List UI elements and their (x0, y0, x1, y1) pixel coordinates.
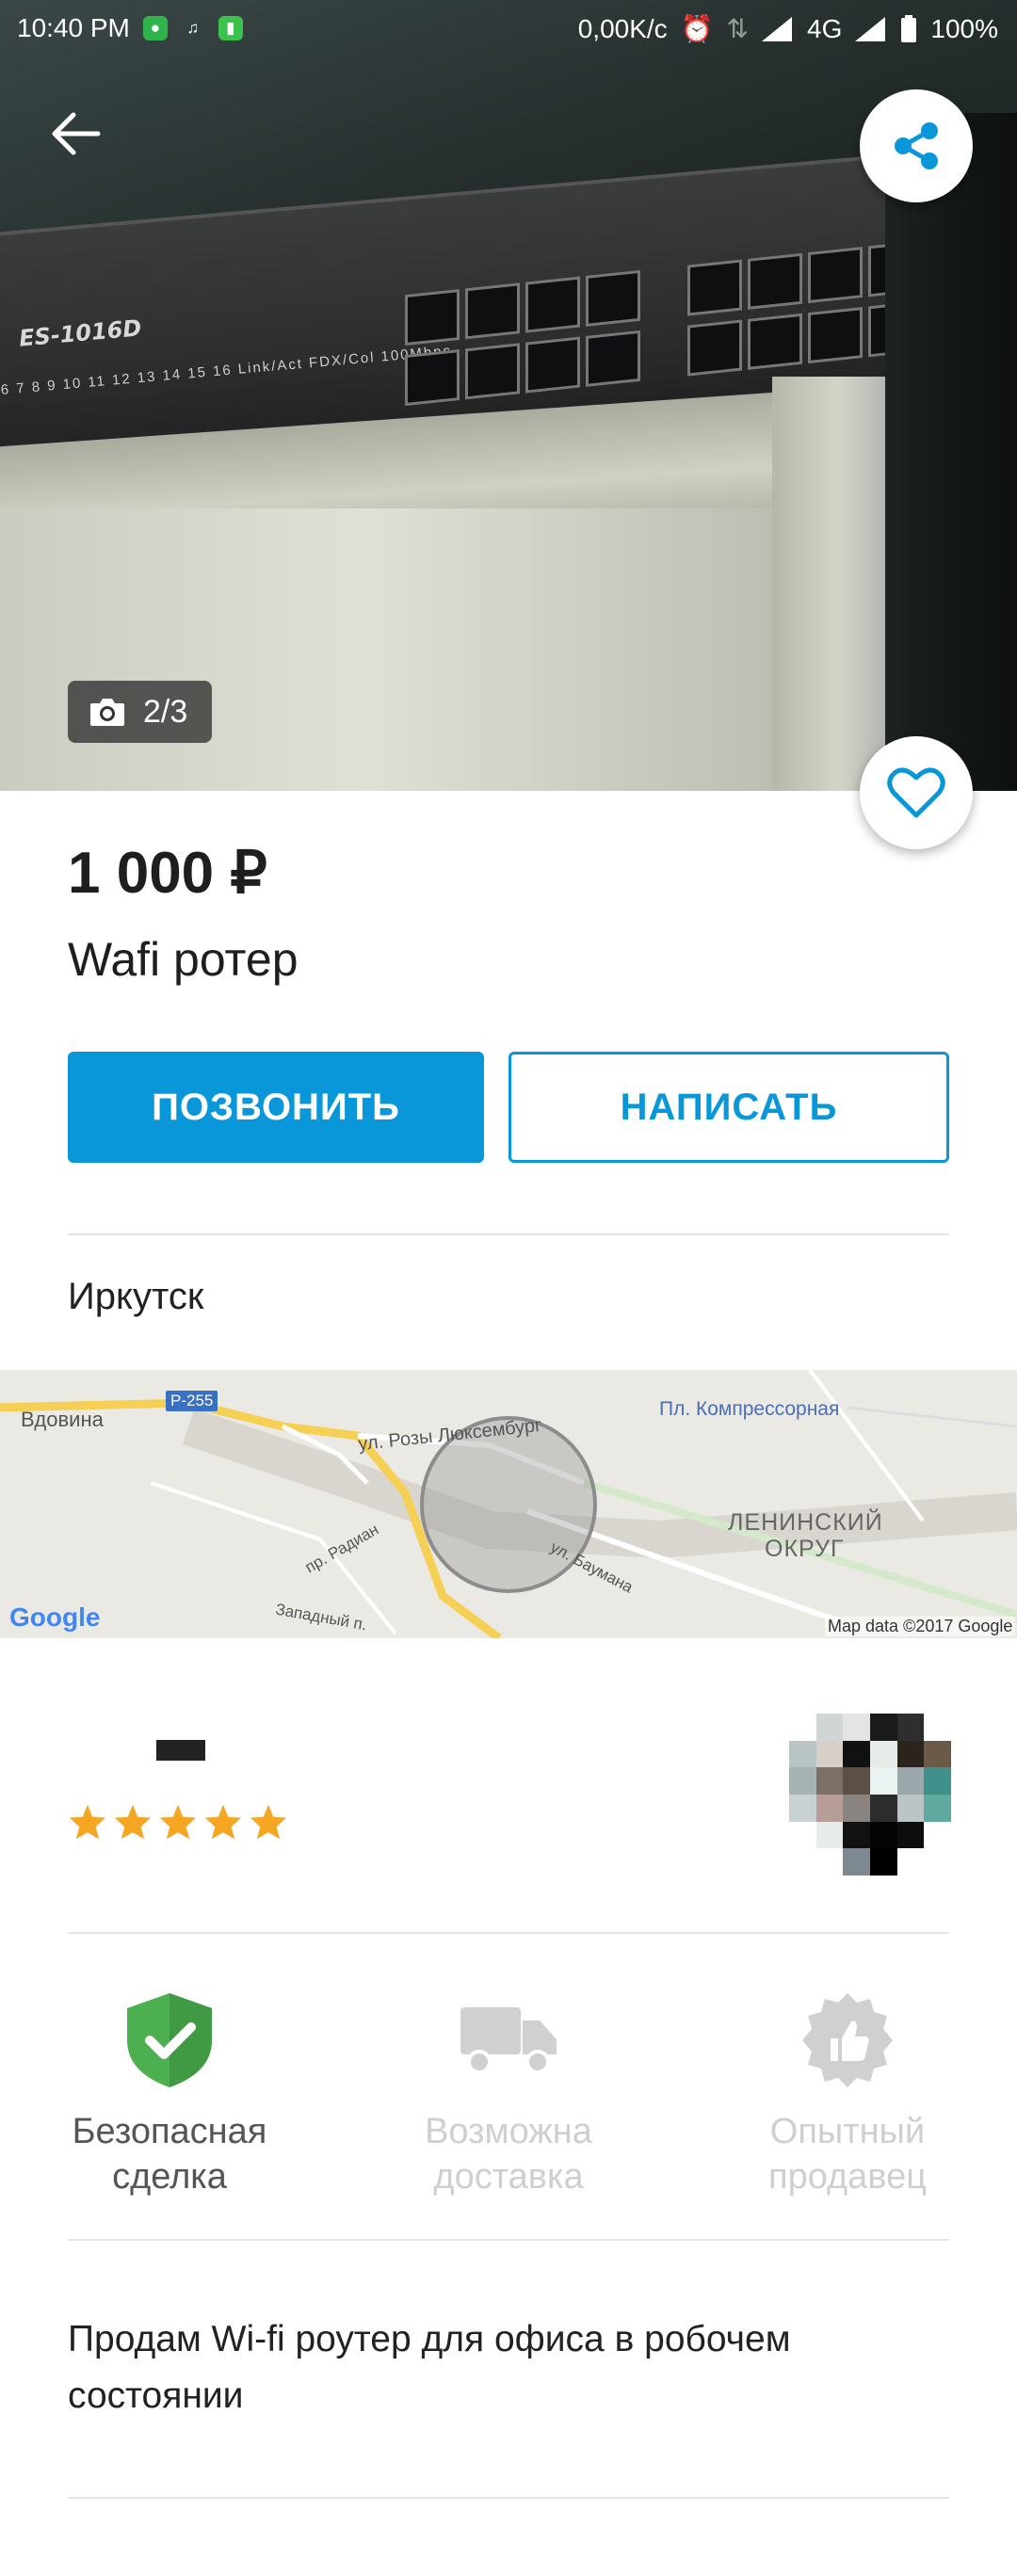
favorite-button[interactable] (860, 736, 973, 849)
star-icon (159, 1804, 197, 1840)
star-icon (114, 1804, 152, 1840)
photo-shadow (885, 113, 1017, 791)
battery-icon (901, 14, 917, 42)
map-roads (0, 1370, 1017, 1638)
camera-icon (90, 699, 124, 726)
photo-counter-text: 2/3 (143, 693, 188, 730)
map-label-district-1: ЛЕНИНСКИЙ (728, 1509, 883, 1536)
feature-seller-line1: Опытный (769, 2112, 926, 2151)
status-network-type: 4G (807, 13, 843, 43)
location-map[interactable]: Вдовина Р-255 ул. Розы Люксембург Пл. Ко… (0, 1370, 1017, 1638)
data-arrows-icon: ⇅ (726, 14, 750, 43)
signal-icon (762, 16, 793, 41)
map-label-district-2: ОКРУГ (765, 1536, 845, 1562)
listing-description: Продам Wi-fi роутер для офиса в робочем … (68, 2319, 791, 2416)
divider (68, 1932, 949, 1934)
star-icon (250, 1804, 287, 1840)
back-arrow-icon[interactable] (47, 105, 113, 171)
music-notification-icon: ♫ (186, 19, 200, 37)
battery-saver-notification-icon: ▮ (218, 16, 243, 40)
feature-safe-deal[interactable]: Безопасная сделка (19, 1988, 320, 2199)
feature-experienced-seller[interactable]: Опытный продавец (697, 1988, 998, 2199)
status-network-speed: 0,00K/c (577, 13, 668, 43)
seller-rating (68, 1803, 288, 1841)
listing-city: Иркутск (68, 1276, 204, 1317)
listing-photo[interactable]: ES-1016D 6 7 8 9 10 11 12 13 14 15 16 Li… (0, 0, 1017, 791)
star-icon (69, 1804, 106, 1840)
seller-avatar[interactable] (789, 1714, 951, 1876)
share-button[interactable] (860, 89, 973, 202)
listing-price: 1 000 ₽ (68, 841, 267, 906)
star-icon (204, 1804, 242, 1840)
status-time: 10:40 PM (17, 13, 130, 42)
truck-icon (358, 1988, 659, 2092)
photo-table-front (0, 508, 810, 791)
map-label-kompressornaya: Пл. Компрессорная (659, 1398, 840, 1420)
photo-counter: 2/3 (68, 681, 213, 743)
signal-icon-2 (855, 16, 886, 41)
feature-delivery-line1: Возможна (425, 2112, 592, 2151)
map-label-vdovina: Вдовина (21, 1408, 104, 1431)
divider (68, 1233, 949, 1235)
map-attribution: Map data ©2017 Google (825, 1617, 1016, 1636)
google-logo: Google (9, 1602, 101, 1632)
feature-safe-deal-line1: Безопасная (72, 2112, 267, 2151)
listing-title: Wafi ротер (68, 933, 299, 986)
heart-icon (887, 767, 945, 818)
status-battery: 100% (930, 13, 998, 43)
seller-name[interactable] (156, 1740, 205, 1761)
share-icon (895, 122, 938, 169)
photo-table-leg (772, 377, 904, 791)
thumbs-up-badge-icon (697, 1988, 998, 2092)
divider (68, 2497, 949, 2499)
shield-notification-icon: ● (142, 16, 168, 40)
status-bar: 10:40 PM ● ♫ ▮ 0,00K/c ⏰ ⇅ 4G 100% (0, 0, 1017, 58)
feature-seller-line2: продавец (768, 2157, 927, 2197)
feature-delivery[interactable]: Возможна доставка (358, 1988, 659, 2199)
call-button[interactable]: ПОЗВОНИТЬ (68, 1052, 484, 1163)
map-road-badge: Р-255 (166, 1391, 218, 1411)
divider (68, 2239, 949, 2241)
write-button[interactable]: НАПИСАТЬ (508, 1052, 949, 1163)
feature-safe-deal-line2: сделка (112, 2157, 227, 2197)
feature-delivery-line2: доставка (433, 2157, 584, 2197)
shield-check-icon (19, 1988, 320, 2092)
alarm-icon: ⏰ (680, 14, 714, 43)
